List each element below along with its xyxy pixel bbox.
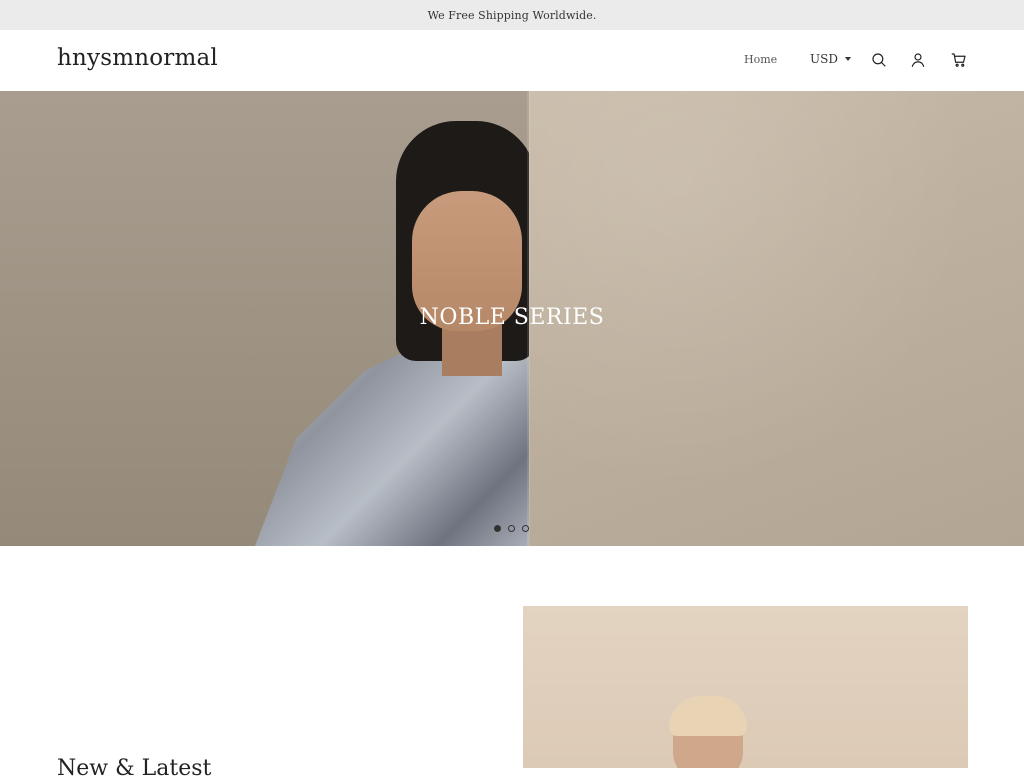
account-icon	[911, 53, 925, 67]
account-button[interactable]	[908, 50, 928, 70]
site-logo[interactable]: hnysmnormal	[57, 45, 218, 71]
hero-model-shirt	[255, 351, 530, 546]
slide-dot-1[interactable]	[494, 525, 501, 532]
chevron-down-icon	[844, 57, 851, 61]
nav-home-link[interactable]: Home	[744, 53, 777, 66]
featured-section: New & Latest	[0, 546, 1024, 781]
cart-button[interactable]	[949, 50, 969, 70]
announcement-text: We Free Shipping Worldwide.	[427, 8, 597, 22]
currency-value: USD	[810, 52, 838, 66]
slide-dot-2[interactable]	[508, 525, 515, 532]
section-heading: New & Latest	[57, 756, 212, 781]
announcement-bar: We Free Shipping Worldwide.	[0, 0, 1024, 30]
hero-slideshow[interactable]: NOBLE SERIES	[0, 91, 1024, 546]
search-button[interactable]	[869, 50, 889, 70]
cart-icon	[951, 53, 966, 67]
slideshow-dots	[494, 525, 529, 532]
featured-image[interactable]	[523, 606, 968, 768]
currency-selector[interactable]: USD	[810, 52, 851, 66]
search-icon	[872, 53, 886, 67]
site-header: hnysmnormal Home USD	[0, 30, 1024, 92]
featured-model-hair	[669, 696, 747, 736]
hero-title: NOBLE SERIES	[419, 305, 605, 330]
slide-dot-3[interactable]	[522, 525, 529, 532]
